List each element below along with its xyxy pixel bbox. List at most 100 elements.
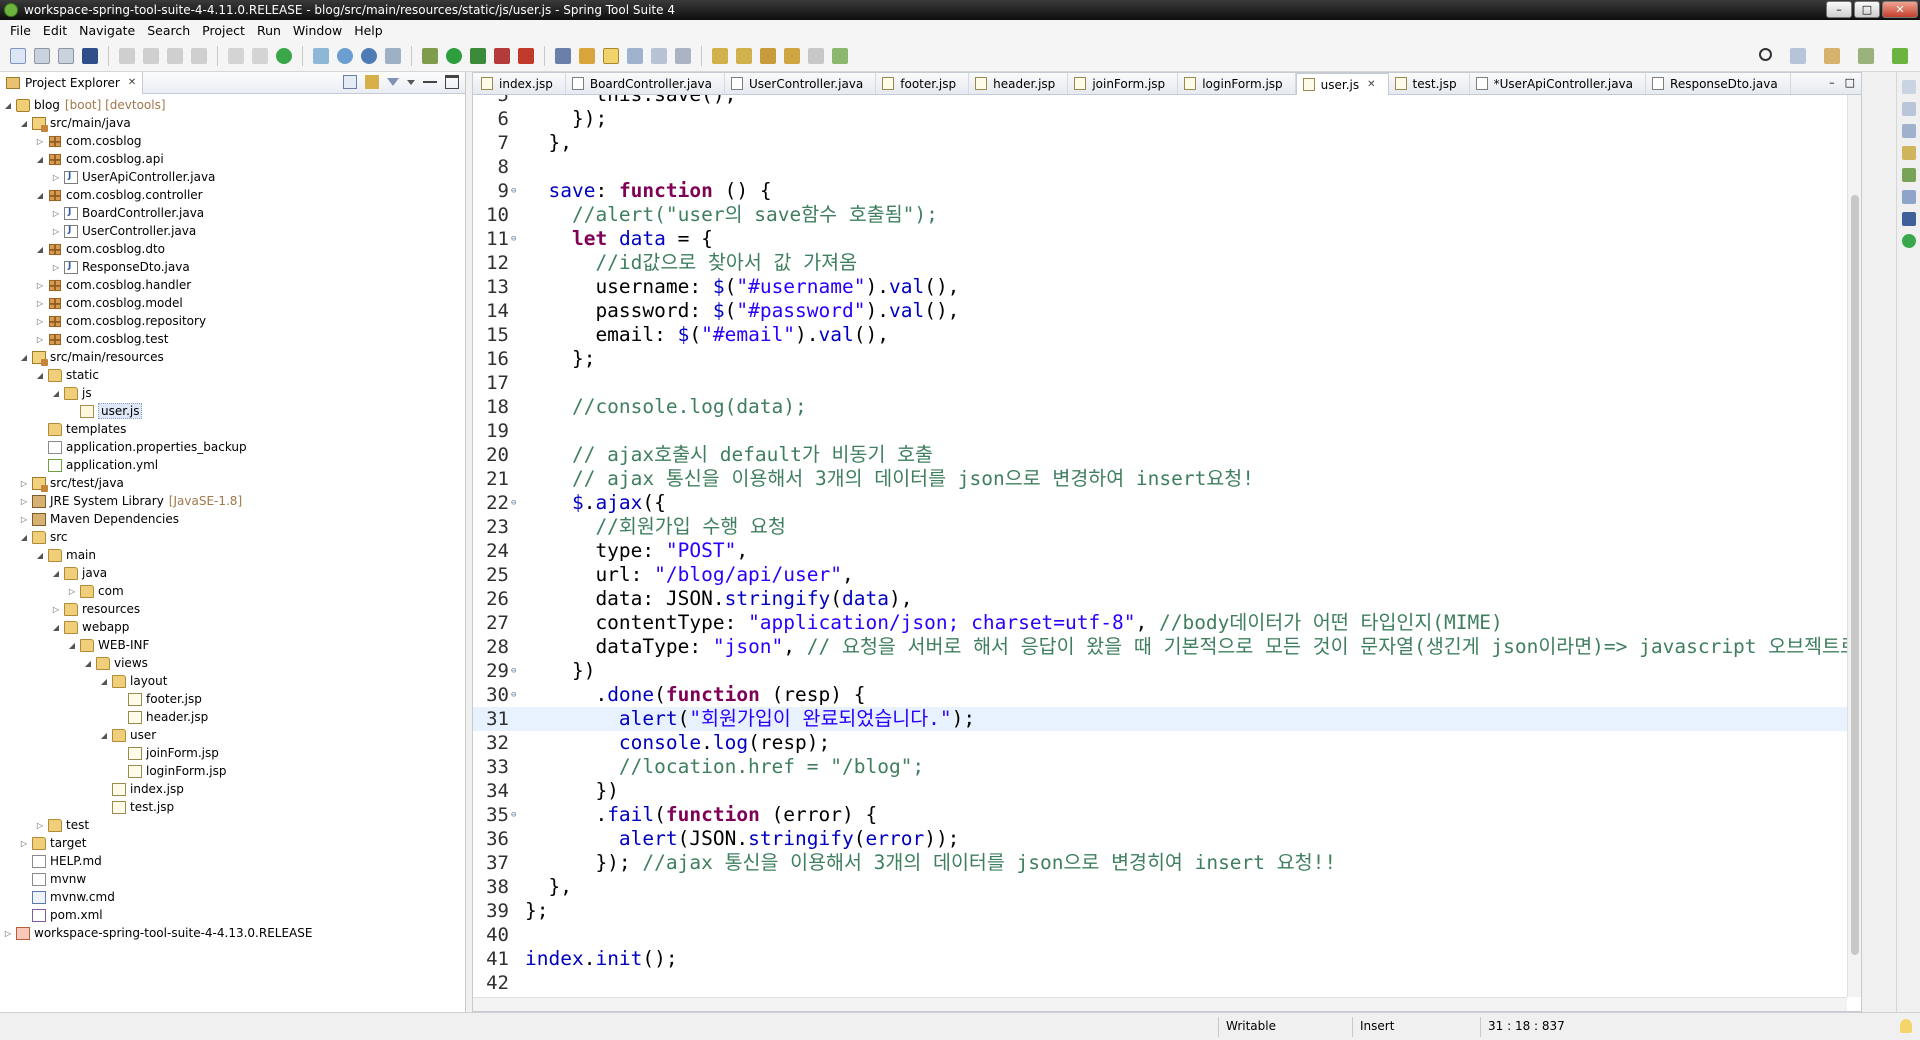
suspend-icon[interactable] — [143, 47, 159, 64]
problems-icon[interactable] — [1901, 146, 1916, 160]
code-line[interactable]: 23 //회원가입 수행 요청 — [473, 515, 1847, 539]
editor-tab[interactable]: UserController.java — [725, 73, 877, 94]
terminate-icon[interactable] — [167, 47, 183, 64]
tree-item[interactable]: ◢ main — [0, 546, 465, 564]
disconnect-icon[interactable] — [191, 47, 207, 64]
tree-item[interactable]: ◢ layout — [0, 672, 465, 690]
restore-icon[interactable] — [1901, 80, 1916, 94]
javadoc-icon[interactable] — [1901, 168, 1916, 182]
tree-item[interactable]: ◢ com.cosblog.dto — [0, 240, 465, 258]
show-whitespace-icon[interactable] — [675, 47, 691, 64]
code-line[interactable]: 18 //console.log(data); — [473, 395, 1847, 419]
tree-item[interactable]: ▷ test — [0, 816, 465, 834]
code-line[interactable]: 32 console.log(resp); — [473, 731, 1847, 755]
toggle-breadcrumb-icon[interactable] — [627, 47, 643, 64]
external-tools-icon[interactable] — [518, 47, 534, 64]
code-line[interactable]: 26 data: JSON.stringify(data), — [473, 587, 1847, 611]
tree-item[interactable]: ◢ src/main/java — [0, 114, 465, 132]
tree-item[interactable]: pom.xml — [0, 906, 465, 924]
collapsed-twisty-icon[interactable]: ▷ — [50, 227, 62, 236]
editor-tab[interactable]: loginForm.jsp — [1178, 73, 1296, 94]
tree-item[interactable]: ◢ src/main/resources — [0, 348, 465, 366]
expanded-twisty-icon[interactable]: ◢ — [34, 371, 46, 380]
open-task-icon[interactable] — [555, 47, 571, 64]
tip-lightbulb-icon[interactable] — [1900, 1019, 1912, 1033]
collapsed-twisty-icon[interactable]: ▷ — [18, 497, 30, 506]
expanded-twisty-icon[interactable]: ◢ — [98, 677, 110, 686]
expanded-twisty-icon[interactable]: ◢ — [34, 191, 46, 200]
tree-item[interactable]: ◢ src — [0, 528, 465, 546]
step-over-icon[interactable] — [252, 47, 268, 64]
spring-perspective-icon[interactable] — [1892, 48, 1908, 64]
code-line[interactable]: 14 password: $("#password").val(), — [473, 299, 1847, 323]
forward-icon[interactable] — [808, 47, 824, 64]
search-icon[interactable] — [1759, 48, 1772, 61]
terminal-icon[interactable] — [82, 47, 98, 64]
code-line[interactable]: 42 — [473, 971, 1847, 995]
new-icon[interactable] — [10, 47, 26, 64]
editor-tab[interactable]: ResponseDto.java — [1646, 73, 1791, 94]
back-icon[interactable] — [784, 47, 800, 64]
tab-project-explorer[interactable]: Project Explorer ✕ — [0, 71, 144, 94]
code-line[interactable]: 7 }, — [473, 131, 1847, 155]
code-line[interactable]: 13 username: $("#username").val(), — [473, 275, 1847, 299]
tree-item[interactable]: ◢ java — [0, 564, 465, 582]
tree-item[interactable]: mvnw.cmd — [0, 888, 465, 906]
expanded-twisty-icon[interactable]: ◢ — [34, 551, 46, 560]
next-annotation-icon[interactable] — [712, 47, 728, 64]
code-line[interactable]: 31 alert("회원가입이 완료되었습니다."); — [473, 707, 1847, 731]
code-line[interactable]: 20 // ajax호출시 default가 비동기 호출 — [473, 443, 1847, 467]
java-perspective-icon[interactable] — [1824, 48, 1840, 64]
menu-search[interactable]: Search — [141, 23, 196, 38]
code-line[interactable]: 27 contentType: "application/json; chars… — [473, 611, 1847, 635]
code-line[interactable]: 10 //alert("user의 save함수 호출됨"); — [473, 203, 1847, 227]
resume-icon[interactable] — [119, 47, 135, 64]
code-line[interactable]: 12 //id값으로 찾아서 값 가져옴 — [473, 251, 1847, 275]
tree-item[interactable]: ◢ js — [0, 384, 465, 402]
code-line[interactable]: 17 — [473, 371, 1847, 395]
close-icon[interactable]: ✕ — [128, 77, 136, 88]
save-icon[interactable] — [34, 47, 50, 64]
collapsed-twisty-icon[interactable]: ▷ — [18, 839, 30, 848]
scrollbar-thumb[interactable] — [1851, 195, 1859, 955]
tree-item[interactable]: HELP.md — [0, 852, 465, 870]
code-line[interactable]: 8 — [473, 155, 1847, 179]
editor-tab[interactable]: *UserApiController.java — [1470, 73, 1647, 94]
horizontal-scrollbar[interactable] — [473, 997, 1847, 1011]
web-icon[interactable] — [361, 47, 377, 64]
tree-item[interactable]: user.js — [0, 402, 465, 420]
last-edit-icon[interactable] — [760, 47, 776, 64]
tree-item[interactable]: ◢ webapp — [0, 618, 465, 636]
expanded-twisty-icon[interactable]: ◢ — [66, 641, 78, 650]
tree-item[interactable]: ▷ JRE System Library [JavaSE-1.8] — [0, 492, 465, 510]
code-line[interactable]: 36 alert(JSON.stringify(error)); — [473, 827, 1847, 851]
code-line[interactable]: 21 // ajax 통신을 이용해서 3개의 데이터를 json으로 변경하여… — [473, 467, 1847, 491]
menu-project[interactable]: Project — [196, 23, 251, 38]
menu-help[interactable]: Help — [348, 23, 389, 38]
fold-toggle-icon[interactable]: ⊖ — [509, 179, 525, 203]
close-icon[interactable]: ✕ — [1367, 79, 1375, 90]
tree-item[interactable]: test.jsp — [0, 798, 465, 816]
search-tool-icon[interactable] — [579, 47, 595, 64]
tree-item[interactable]: ▷ Maven Dependencies — [0, 510, 465, 528]
code-line[interactable]: 40 — [473, 923, 1847, 947]
tree-item[interactable]: ◢ com.cosblog.controller — [0, 186, 465, 204]
coverage-icon[interactable] — [470, 47, 486, 64]
code-line[interactable]: 35 ⊖ .fail(function (error) { — [473, 803, 1847, 827]
expanded-twisty-icon[interactable]: ◢ — [34, 245, 46, 254]
link-with-editor-icon[interactable] — [365, 75, 379, 89]
task-list-icon[interactable] — [1901, 124, 1916, 138]
expanded-twisty-icon[interactable]: ◢ — [18, 353, 30, 362]
menu-navigate[interactable]: Navigate — [73, 23, 141, 38]
collapsed-twisty-icon[interactable]: ▷ — [50, 209, 62, 218]
code-line[interactable]: 29 ⊖ }) — [473, 659, 1847, 683]
editor-tab[interactable]: index.jsp — [475, 73, 566, 94]
tree-item[interactable]: ◢ com.cosblog.api — [0, 150, 465, 168]
collapsed-twisty-icon[interactable]: ▷ — [34, 299, 46, 308]
expanded-twisty-icon[interactable]: ◢ — [82, 659, 94, 668]
step-into-icon[interactable] — [228, 47, 244, 64]
menu-run[interactable]: Run — [251, 23, 287, 38]
minimize-view-icon[interactable] — [423, 75, 437, 83]
code-line[interactable]: 30 ⊖ .done(function (resp) { — [473, 683, 1847, 707]
fold-toggle-icon[interactable]: ⊖ — [509, 659, 525, 683]
